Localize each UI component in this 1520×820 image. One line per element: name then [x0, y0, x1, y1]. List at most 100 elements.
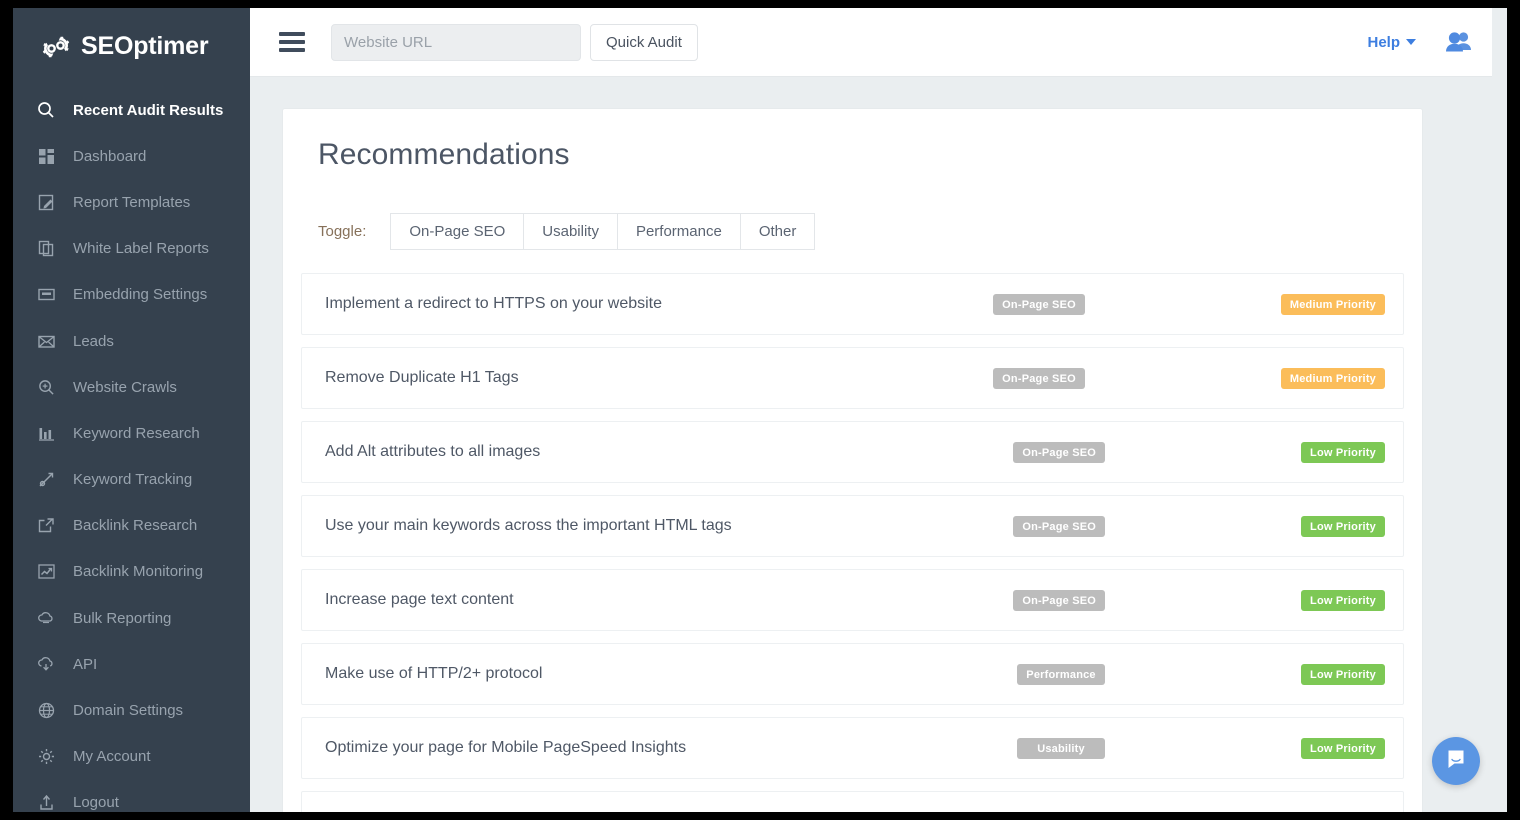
- sidebar-item-backlink-monitoring[interactable]: Backlink Monitoring: [13, 549, 250, 595]
- sidebar-item-recent-audit-results[interactable]: Recent Audit Results: [13, 87, 250, 133]
- sidebar-item-label: Backlink Monitoring: [73, 563, 203, 580]
- cloud-download-icon: [33, 656, 59, 673]
- edit-document-icon: [33, 194, 59, 211]
- toggle-row: Toggle: On-Page SEO Usability Performanc…: [301, 213, 1404, 250]
- tab-usability[interactable]: Usability: [524, 213, 618, 250]
- category-badge: On-Page SEO: [993, 368, 1085, 389]
- recommendation-row[interactable]: Use your main keywords across the import…: [301, 495, 1404, 557]
- users-icon[interactable]: [1444, 30, 1474, 54]
- sidebar-item-label: Website Crawls: [73, 379, 177, 396]
- toggle-label: Toggle:: [318, 223, 366, 240]
- sidebar-nav: Recent Audit Results Dashboard Report Te…: [13, 85, 250, 812]
- chat-bubble-icon: [1445, 748, 1467, 775]
- sidebar-item-backlink-research[interactable]: Backlink Research: [13, 503, 250, 549]
- sidebar-item-label: API: [73, 656, 97, 673]
- sidebar-item-leads[interactable]: Leads: [13, 318, 250, 364]
- gears-icon: [40, 31, 72, 63]
- trend-arrow-icon: [33, 471, 59, 488]
- copy-pages-icon: [33, 240, 59, 257]
- sidebar-item-my-account[interactable]: My Account: [13, 734, 250, 780]
- sidebar-item-label: Domain Settings: [73, 702, 183, 719]
- sidebar-item-website-crawls[interactable]: Website Crawls: [13, 364, 250, 410]
- dashboard-grid-icon: [33, 148, 59, 165]
- category-badge: On-Page SEO: [1013, 442, 1105, 463]
- sidebar-item-api[interactable]: API: [13, 641, 250, 687]
- recommendation-title: Remove Duplicate H1 Tags: [325, 369, 993, 387]
- help-label: Help: [1367, 34, 1400, 51]
- sidebar-item-label: Leads: [73, 333, 114, 350]
- sidebar-item-keyword-research[interactable]: Keyword Research: [13, 410, 250, 456]
- bar-chart-icon: [33, 425, 59, 442]
- hamburger-icon[interactable]: [279, 32, 305, 52]
- globe-icon: [33, 702, 59, 719]
- recommendation-row[interactable]: Remove Duplicate H1 Tags On-Page SEO Med…: [301, 347, 1404, 409]
- recommendation-row[interactable]: Add Alt attributes to all images On-Page…: [301, 421, 1404, 483]
- sidebar-item-domain-settings[interactable]: Domain Settings: [13, 687, 250, 733]
- recommendation-title: Add Alt attributes to all images: [325, 443, 1013, 461]
- category-badge: Usability: [1017, 738, 1105, 759]
- chevron-down-icon: [1406, 39, 1416, 45]
- sidebar-item-label: Bulk Reporting: [73, 610, 171, 627]
- envelope-icon: [33, 333, 59, 350]
- priority-badge: Medium Priority: [1281, 294, 1385, 315]
- header-right: Help: [1367, 30, 1507, 54]
- sidebar-item-label: Recent Audit Results: [73, 102, 223, 119]
- priority-badge: Low Priority: [1301, 664, 1385, 685]
- embed-window-icon: [33, 286, 59, 303]
- priority-badge: Medium Priority: [1281, 368, 1385, 389]
- chat-widget-button[interactable]: [1432, 737, 1480, 785]
- quick-audit-button[interactable]: Quick Audit: [590, 24, 698, 61]
- brand-logo[interactable]: SEOptimer: [13, 8, 250, 85]
- recommendation-title: Make use of HTTP/2+ protocol: [325, 665, 1017, 683]
- sidebar-item-label: Embedding Settings: [73, 286, 207, 303]
- page-title: Recommendations: [301, 138, 1404, 172]
- gear-icon: [33, 748, 59, 765]
- priority-badge: Low Priority: [1301, 442, 1385, 463]
- top-header: Quick Audit Help: [250, 8, 1507, 77]
- line-chart-icon: [33, 563, 59, 580]
- category-badge: On-Page SEO: [1013, 516, 1105, 537]
- sidebar-item-label: Keyword Tracking: [73, 471, 192, 488]
- recommendation-row[interactable]: Make use of HTTP/2+ protocol Performance…: [301, 643, 1404, 705]
- priority-badge: Low Priority: [1301, 516, 1385, 537]
- help-dropdown[interactable]: Help: [1367, 34, 1416, 51]
- recommendation-title: Optimize your page for Mobile PageSpeed …: [325, 739, 1017, 757]
- sidebar-item-keyword-tracking[interactable]: Keyword Tracking: [13, 457, 250, 503]
- main-content: Recommendations Toggle: On-Page SEO Usab…: [250, 77, 1507, 812]
- recommendation-row[interactable]: Implement a redirect to HTTPS on your we…: [301, 273, 1404, 335]
- recommendation-row[interactable]: Increase page text content On-Page SEO L…: [301, 569, 1404, 631]
- sidebar-item-label: Backlink Research: [73, 517, 197, 534]
- sidebar-item-logout[interactable]: Logout: [13, 780, 250, 812]
- header-scroll-gutter: [1492, 8, 1507, 77]
- recommendations-list: Implement a redirect to HTTPS on your we…: [301, 273, 1404, 812]
- recommendation-title: Implement a redirect to HTTPS on your we…: [325, 295, 993, 313]
- priority-badge: Low Priority: [1301, 812, 1385, 813]
- sidebar-item-report-templates[interactable]: Report Templates: [13, 179, 250, 225]
- priority-badge: Low Priority: [1301, 590, 1385, 611]
- tab-performance[interactable]: Performance: [618, 213, 741, 250]
- sidebar-item-embedding-settings[interactable]: Embedding Settings: [13, 272, 250, 318]
- search-input[interactable]: [331, 24, 581, 61]
- category-badge: Performance: [1017, 664, 1105, 685]
- tab-other[interactable]: Other: [741, 213, 816, 250]
- sidebar: SEOptimer Recent Audit Results Dashboard…: [13, 8, 250, 812]
- recommendations-card: Recommendations Toggle: On-Page SEO Usab…: [282, 108, 1423, 812]
- sidebar-item-dashboard[interactable]: Dashboard: [13, 133, 250, 179]
- sidebar-item-label: Keyword Research: [73, 425, 200, 442]
- category-toggle-group: On-Page SEO Usability Performance Other: [390, 213, 815, 250]
- sidebar-item-label: Dashboard: [73, 148, 146, 165]
- recommendation-row[interactable]: Optimize your page for Desktop PageSpeed…: [301, 791, 1404, 812]
- sidebar-item-white-label-reports[interactable]: White Label Reports: [13, 226, 250, 272]
- recommendation-row[interactable]: Optimize your page for Mobile PageSpeed …: [301, 717, 1404, 779]
- sidebar-item-bulk-reporting[interactable]: Bulk Reporting: [13, 595, 250, 641]
- sidebar-item-label: My Account: [73, 748, 151, 765]
- sidebar-item-label: White Label Reports: [73, 240, 209, 257]
- logout-upload-icon: [33, 794, 59, 811]
- priority-badge: Low Priority: [1301, 738, 1385, 759]
- category-badge: On-Page SEO: [993, 294, 1085, 315]
- tab-on-page-seo[interactable]: On-Page SEO: [390, 213, 524, 250]
- recommendation-title: Use your main keywords across the import…: [325, 517, 1013, 535]
- sidebar-item-label: Logout: [73, 794, 119, 811]
- category-badge: Usability: [1017, 812, 1105, 813]
- cloud-stack-icon: [33, 610, 59, 627]
